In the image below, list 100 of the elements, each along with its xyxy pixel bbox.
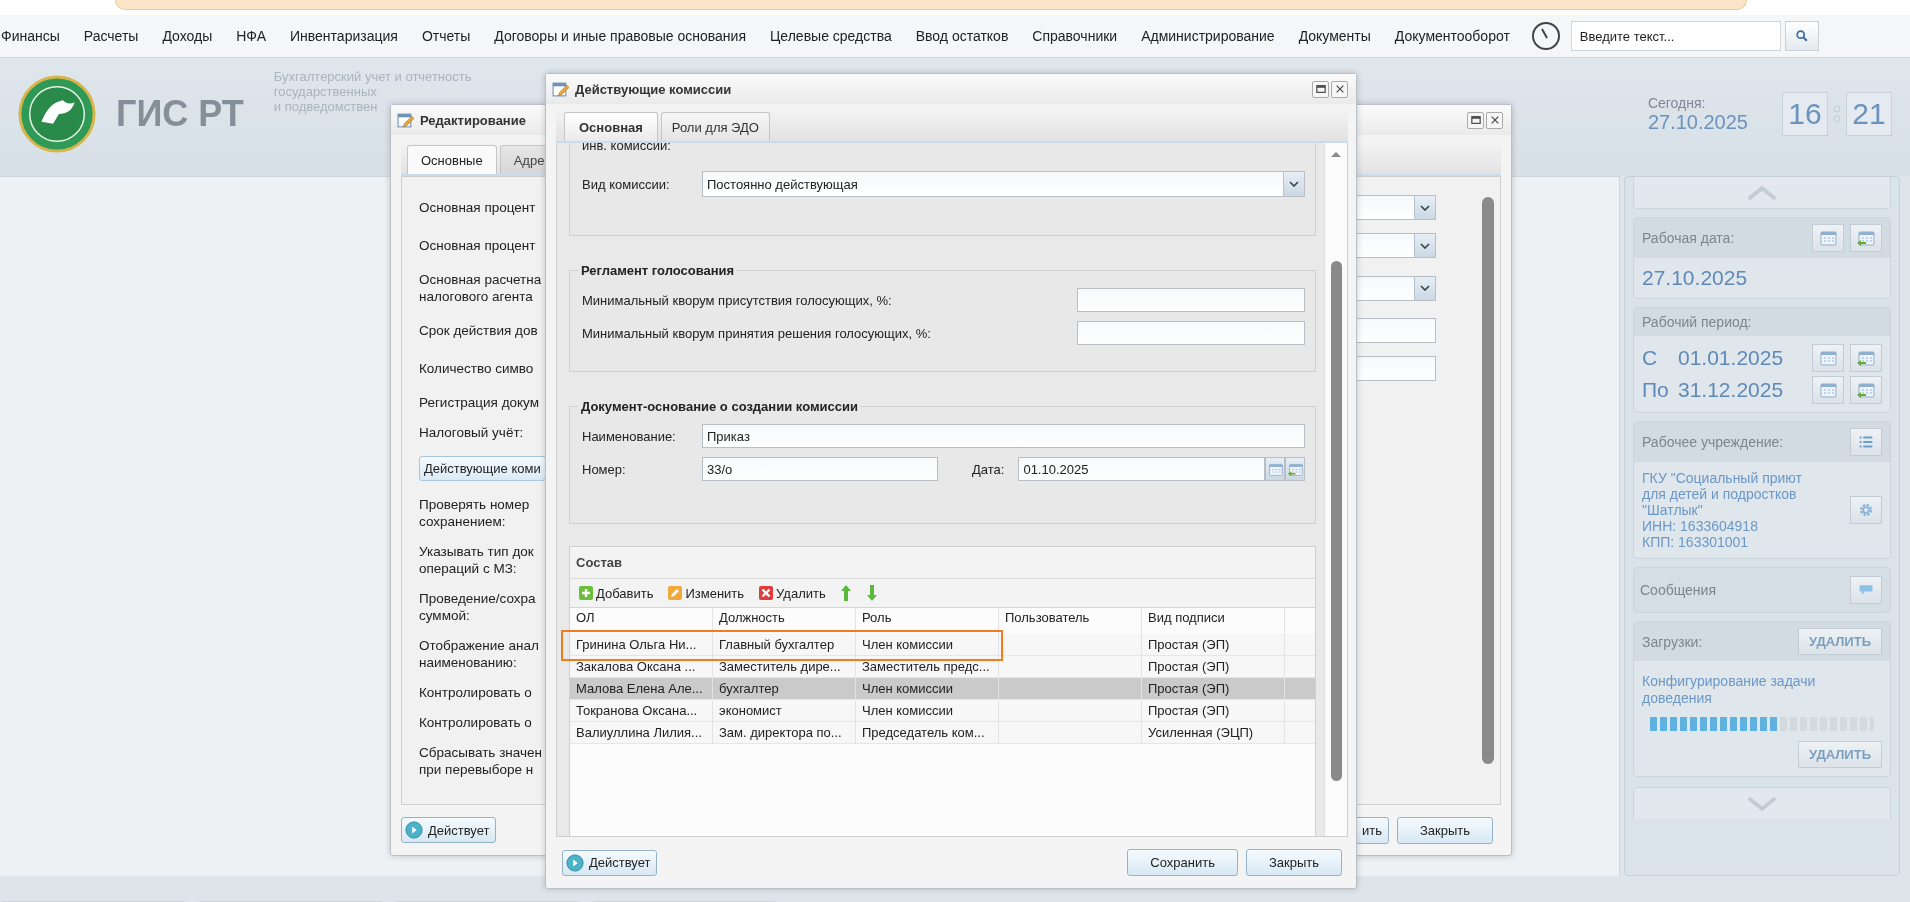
close-button[interactable] (1331, 80, 1348, 98)
menu-item[interactable]: Документы (1297, 24, 1380, 48)
reset-date-button[interactable] (1850, 344, 1882, 372)
search-button[interactable] (1784, 21, 1819, 51)
clock-minutes: 21 (1846, 92, 1892, 136)
menu-item[interactable]: Расчеты (82, 24, 148, 48)
field-label: Дата: (972, 461, 1005, 477)
tab[interactable]: Основная (564, 112, 658, 141)
edit-button[interactable]: Изменить (665, 585, 747, 601)
table-row[interactable]: Токранова Оксана... экономист Член комиссии Простая (ЭП) (570, 700, 1315, 722)
menu-item[interactable]: Администрирование (1140, 24, 1284, 48)
downloads-label: Загрузки: (1642, 633, 1704, 650)
chevron-up-icon (1745, 184, 1779, 201)
table-cell: Член комиссии (856, 634, 999, 655)
calendar-button[interactable] (1812, 376, 1844, 404)
field-label: Минимальный кворум присутствия голосующих, %: (582, 292, 893, 308)
calendar-button[interactable] (1265, 457, 1285, 481)
table-row[interactable]: Малова Елена Але... бухгалтер Член комиссии Простая (ЭП) (570, 678, 1315, 700)
menu-item[interactable]: Отчеты (420, 24, 480, 48)
close-icon (1334, 84, 1345, 94)
menu-item[interactable]: Документооборот (1393, 24, 1519, 48)
table-cell: Простая (ЭП) (1142, 700, 1285, 721)
menu-item[interactable]: Ввод остатков (914, 24, 1018, 48)
field-label: Основная расчетна налогового агента (419, 271, 542, 305)
menu-item[interactable]: Договоры и иные правовые основания (493, 24, 755, 48)
field-label: Основная процент (419, 237, 536, 254)
calendar-icon (1818, 380, 1838, 400)
add-button[interactable]: Добавить (576, 585, 656, 601)
maximize-icon (1315, 84, 1326, 94)
text-field[interactable] (1077, 321, 1305, 345)
field-label: Указывать тип док операций с МЗ: (419, 543, 534, 577)
field-label: Регистрация докум (419, 394, 539, 411)
messages-button[interactable] (1850, 576, 1882, 604)
today-date: 27.10.2025 (1647, 110, 1748, 134)
menu-item[interactable]: Целевые средства (769, 24, 901, 48)
field-label: Наименование: (582, 428, 677, 444)
delete-icon (758, 585, 775, 601)
calendar-button[interactable] (1812, 344, 1844, 372)
scrollbar[interactable] (1324, 143, 1347, 836)
reset-date-button[interactable] (1850, 376, 1882, 404)
delete-button[interactable]: Удалить (756, 585, 828, 601)
clock-hours: 16 (1782, 92, 1828, 136)
period-prefix: С (1642, 346, 1659, 370)
tab[interactable]: Роли для ЭДО (660, 112, 770, 141)
dialog-button[interactable]: Закрыть (1245, 849, 1342, 876)
text-field[interactable]: 33/о (702, 457, 938, 481)
close-button[interactable] (1486, 111, 1503, 129)
play-icon (566, 853, 584, 872)
text-field[interactable]: Приказ (702, 424, 1305, 448)
commission-type-dropdown[interactable]: Постоянно действующая (702, 171, 1305, 197)
field-label: Основная процент (419, 199, 536, 216)
menu-item[interactable]: НФА (235, 24, 275, 48)
dialog-button[interactable]: Закрыть (1396, 816, 1493, 844)
table-row[interactable]: Закалова Оксана ... Заместитель дире... Заместитель предс... Простая (ЭП) (570, 656, 1315, 678)
menu-item[interactable]: Финансы (0, 24, 69, 48)
scrollbar[interactable] (1482, 197, 1494, 764)
table-cell: Токранова Оксана... (570, 700, 713, 721)
table-cell: Простая (ЭП) (1142, 656, 1285, 677)
commissions-button[interactable]: Действующие коми (419, 456, 546, 481)
table-row[interactable]: Гринина Ольга Ни... Главный бухгалтер Член комиссии Простая (ЭП) (570, 634, 1315, 656)
period-date: 01.01.2025 (1678, 346, 1784, 370)
table-cell: Член комиссии (856, 678, 999, 699)
field-label: Отображение анал наименованию: (419, 637, 539, 671)
menu-item[interactable]: Доходы (161, 24, 222, 48)
reset-date-button[interactable] (1850, 224, 1882, 252)
text-field[interactable] (1077, 288, 1305, 312)
dialog-button[interactable]: Сохранить (1127, 849, 1238, 876)
work-date: 27.10.2025 (1642, 266, 1748, 289)
table-row[interactable]: Валиуллина Лилия... Зам. директора по... Председатель ком... Усиленная (ЭЦП) (570, 722, 1315, 744)
field-label: Проверять номер сохранением: (419, 496, 530, 530)
field-label: Налоговый учёт: (419, 424, 524, 441)
arrow-down-icon (865, 584, 878, 602)
reset-date-button[interactable] (1285, 457, 1305, 481)
status-button[interactable]: Действует (401, 817, 497, 843)
maximize-button[interactable] (1312, 80, 1329, 98)
settings-icon (1858, 502, 1874, 518)
table-cell: бухгалтер (713, 678, 856, 699)
window-title: Действующие комиссии (575, 81, 732, 97)
table-cell: Малова Елена Але... (570, 678, 713, 699)
section-title: Состав (570, 547, 1315, 579)
play-icon (405, 821, 423, 839)
maximize-button[interactable] (1467, 111, 1484, 129)
tab[interactable]: Основные (407, 145, 497, 174)
settings-button[interactable] (1850, 496, 1882, 524)
scroll-down-button[interactable] (1633, 787, 1891, 819)
menu-item[interactable]: Справочники (1031, 24, 1127, 48)
plus-icon (578, 585, 594, 601)
calendar-button[interactable] (1812, 224, 1844, 252)
list-button[interactable] (1850, 428, 1882, 456)
date-field[interactable]: 01.10.2025 (1018, 457, 1265, 481)
menu-item[interactable]: Инвентаризация (289, 24, 407, 48)
work-period-label: Рабочий период: (1642, 314, 1753, 330)
pencil-icon (667, 585, 684, 601)
institution-label: Рабочее учреждение: (1642, 434, 1785, 450)
clock-icon[interactable] (1530, 21, 1561, 51)
scroll-up-button[interactable] (1633, 177, 1891, 209)
status-button[interactable]: Действует (562, 849, 658, 876)
search-field[interactable]: Введите текст... (1570, 21, 1781, 51)
section-title: Документ-основание о создании комиссии (578, 399, 861, 414)
calendar-icon (1818, 228, 1838, 248)
